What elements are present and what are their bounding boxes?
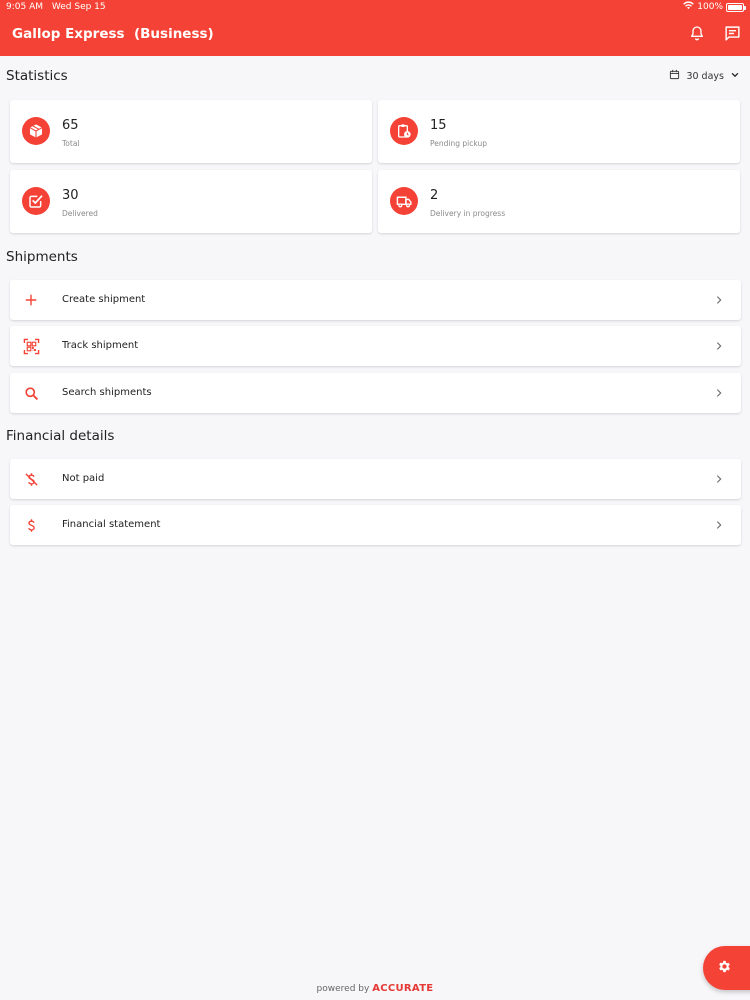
powered-by-footer: powered by ACCURATE [0, 983, 750, 994]
financial-statement-item[interactable]: Financial statement [10, 505, 741, 545]
chevron-right-icon [713, 387, 725, 399]
status-time-date: 9:05 AM Wed Sep 15 [6, 2, 112, 12]
app-title: Gallop Express (Business) [12, 26, 214, 42]
battery-level [728, 4, 742, 10]
chat-icon[interactable] [723, 24, 741, 42]
search-shipments-item[interactable]: Search shipments [10, 373, 741, 413]
box-icon [22, 117, 50, 145]
stat-card-delivered[interactable]: 30 Delivered [10, 170, 372, 233]
dollar-off-icon [22, 470, 40, 488]
stat-card-total[interactable]: 65 Total [10, 100, 372, 163]
stat-card-pending-pickup[interactable]: 15 Pending pickup [378, 100, 740, 163]
not-paid-item[interactable]: Not paid [10, 459, 741, 499]
plus-icon [22, 291, 40, 309]
chevron-down-icon [730, 70, 740, 83]
powered-by-text: powered by [316, 984, 370, 994]
stat-label: Pending pickup [430, 139, 487, 148]
stat-value: 2 [430, 188, 439, 203]
gear-icon [717, 959, 732, 978]
truck-icon [390, 187, 418, 215]
battery-percent: 100% [697, 2, 723, 12]
financial-details-title: Financial details [6, 428, 115, 444]
dollar-icon [22, 516, 40, 534]
stat-label: Delivered [62, 209, 98, 218]
calendar-icon [669, 69, 680, 83]
stat-value: 65 [62, 118, 79, 133]
chevron-right-icon [713, 340, 725, 352]
search-icon [22, 384, 40, 402]
status-bar: 9:05 AM Wed Sep 15 100% [0, 0, 750, 16]
wifi-icon [683, 1, 695, 13]
create-shipment-item[interactable]: Create shipment [10, 280, 741, 320]
checkbox-icon [22, 187, 50, 215]
accurate-logo: ACCURATE [372, 983, 434, 994]
qr-scan-icon [22, 337, 40, 355]
date-range-label: 30 days [686, 70, 724, 82]
app-bar: 9:05 AM Wed Sep 15 100% Gallop Express (… [0, 0, 750, 56]
settings-button[interactable] [703, 946, 750, 990]
stat-label: Delivery in progress [430, 209, 506, 218]
stat-label: Total [62, 139, 80, 148]
status-time: 9:05 AM [6, 2, 43, 12]
chevron-right-icon [713, 473, 725, 485]
row-label: Financial statement [62, 519, 161, 530]
track-shipment-item[interactable]: Track shipment [10, 326, 741, 366]
clipboard-clock-icon [390, 117, 418, 145]
stat-value: 15 [430, 118, 447, 133]
date-range-selector[interactable]: 30 days [669, 69, 740, 83]
status-indicators: 100% [683, 1, 746, 13]
chevron-right-icon [713, 294, 725, 306]
statistics-title: Statistics [6, 68, 68, 84]
shipments-title: Shipments [6, 249, 78, 265]
stat-card-delivery-in-progress[interactable]: 2 Delivery in progress [378, 170, 740, 233]
bell-icon[interactable] [688, 24, 706, 42]
row-label: Track shipment [62, 340, 139, 351]
status-date: Wed Sep 15 [51, 2, 106, 12]
stat-value: 30 [62, 188, 79, 203]
battery-icon [726, 2, 746, 12]
chevron-right-icon [713, 519, 725, 531]
row-label: Search shipments [62, 387, 152, 398]
row-label: Create shipment [62, 294, 146, 305]
row-label: Not paid [62, 473, 105, 484]
